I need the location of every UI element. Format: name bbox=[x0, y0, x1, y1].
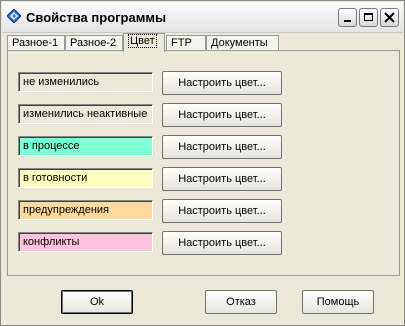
color-swatch: конфликты bbox=[18, 232, 153, 252]
tab-misc-1[interactable]: Разное-1 bbox=[7, 35, 65, 51]
tab-label: Документы bbox=[211, 37, 268, 49]
tab-color[interactable]: Цвет bbox=[123, 33, 165, 52]
cancel-button[interactable]: Отказ bbox=[205, 290, 277, 314]
configure-color-button[interactable]: Настроить цвет... bbox=[162, 103, 282, 127]
maximize-icon bbox=[364, 13, 373, 21]
configure-color-button[interactable]: Настроить цвет... bbox=[162, 231, 282, 255]
window-title: Свойства программы bbox=[26, 10, 167, 25]
minimize-icon bbox=[344, 20, 351, 22]
tab-label: Цвет bbox=[128, 34, 157, 48]
color-swatch: не изменились bbox=[18, 72, 153, 92]
tab-label: Разное-1 bbox=[12, 37, 59, 49]
tab-misc-2[interactable]: Разное-2 bbox=[65, 35, 123, 51]
color-swatch: изменились неактивные bbox=[18, 104, 153, 124]
properties-dialog: Свойства программы Разное-1 Разное-2 Цве… bbox=[0, 0, 405, 326]
tab-panel-color: не изменились Настроить цвет... изменили… bbox=[7, 50, 400, 276]
title-bar[interactable]: Свойства программы bbox=[2, 2, 403, 33]
color-swatch: в готовности bbox=[18, 168, 153, 188]
tab-ftp[interactable]: FTP bbox=[166, 35, 206, 51]
maximize-button[interactable] bbox=[359, 8, 378, 27]
app-diamond-icon bbox=[7, 9, 21, 23]
tab-label: FTP bbox=[171, 37, 192, 49]
ok-button[interactable]: Ok bbox=[61, 290, 133, 314]
tab-label: Разное-2 bbox=[70, 37, 117, 49]
dialog-button-bar: Ok Отказ Помощь bbox=[7, 282, 400, 320]
tab-documents[interactable]: Документы bbox=[206, 35, 279, 51]
color-swatch: в процессе bbox=[18, 136, 153, 156]
close-icon bbox=[384, 12, 395, 23]
color-swatch: предупреждения bbox=[18, 200, 153, 220]
close-button[interactable] bbox=[380, 8, 399, 27]
configure-color-button[interactable]: Настроить цвет... bbox=[162, 199, 282, 223]
configure-color-button[interactable]: Настроить цвет... bbox=[162, 71, 282, 95]
help-button[interactable]: Помощь bbox=[302, 290, 374, 314]
minimize-button[interactable] bbox=[338, 8, 357, 27]
configure-color-button[interactable]: Настроить цвет... bbox=[162, 135, 282, 159]
configure-color-button[interactable]: Настроить цвет... bbox=[162, 167, 282, 191]
